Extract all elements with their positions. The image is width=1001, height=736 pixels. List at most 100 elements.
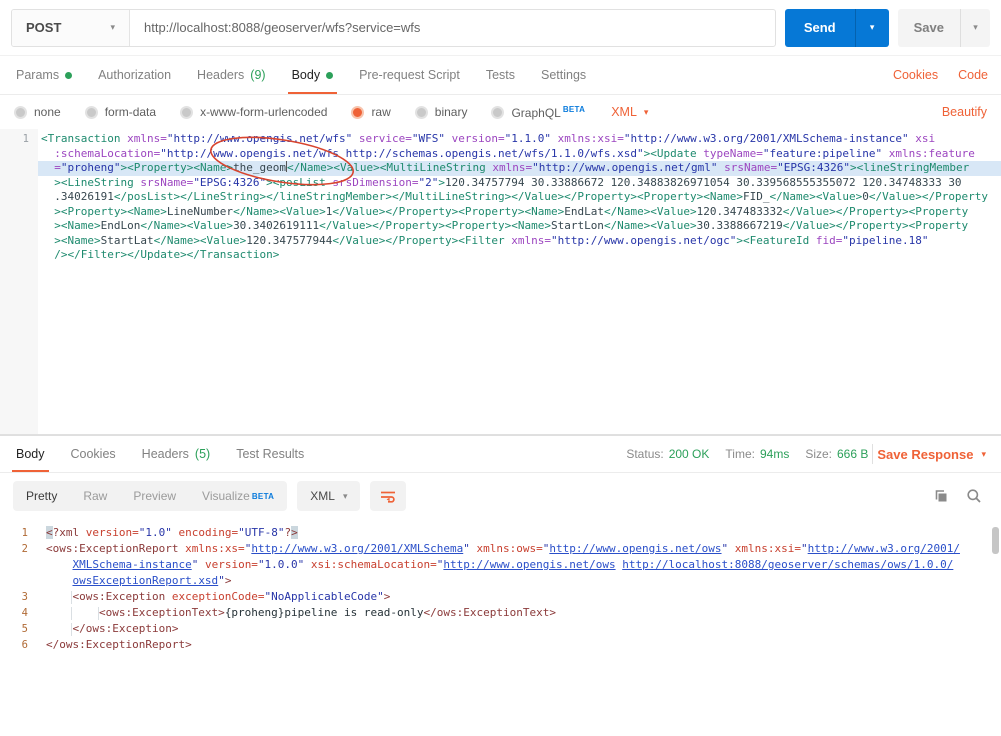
copy-button[interactable] (933, 488, 949, 504)
token: > (383, 590, 391, 603)
code-text: :schemaLocation="http://www.opengis.net/… (38, 147, 1001, 162)
wrap-text-button[interactable] (370, 481, 407, 511)
radio-form-data[interactable]: form-data (84, 105, 156, 119)
token: </Value></Property><Filter (332, 233, 512, 247)
size-badge: Size: 666 B (805, 447, 868, 461)
code-row: 6 </ows:ExceptionReport> (0, 637, 1001, 653)
tab-cookies[interactable]: Cookies (58, 436, 129, 472)
method-select[interactable]: POST ▾ (12, 9, 130, 46)
tab-body[interactable]: Body (279, 56, 347, 94)
code-text: .34026191</posList></LineString></lineSt… (38, 190, 1001, 205)
tab-headers[interactable]: Headers (5) (129, 436, 224, 472)
link[interactable]: http://www.w3.org/2001/XMLSchema (251, 542, 463, 555)
radio-none[interactable]: none (14, 105, 61, 119)
code-row: 1 <?xml version="1.0" encoding="UTF-8"?> (0, 525, 1001, 541)
link[interactable]: http://www.w3.org/2001/ (808, 542, 960, 555)
link[interactable]: owsExceptionReport.xsd (72, 574, 218, 587)
line-number: 3 (21, 591, 28, 603)
send-dropdown-button[interactable]: ▾ (854, 8, 889, 47)
request-body-editor[interactable]: 1 <Transaction xmlns="http://www.opengis.… (0, 129, 1001, 435)
link[interactable]: http://localhost:8088/geoserver/schemas/… (622, 558, 953, 571)
token: "EPSG:4326" (777, 161, 851, 174)
response-format-label: XML (310, 489, 335, 503)
line-number (0, 248, 38, 263)
tab-label: Headers (197, 68, 245, 82)
beautify-button[interactable]: Beautify (942, 105, 987, 119)
line-number (0, 219, 38, 234)
tab-settings[interactable]: Settings (528, 56, 599, 94)
token: 30.3402619111 (233, 219, 320, 232)
token: = (54, 161, 61, 174)
radio-graphql[interactable]: GraphQL BETA (491, 105, 585, 120)
tab-params[interactable]: Params (3, 56, 85, 94)
token: </Name><Value> (603, 219, 697, 232)
save-response-button[interactable]: Save Response ▾ (877, 436, 998, 472)
code-text: ><Property><Name>LineNumber</Name><Value… (38, 205, 1001, 220)
tab-test-results[interactable]: Test Results (223, 436, 317, 472)
link[interactable]: http://www.opengis.net/ows (549, 542, 721, 555)
token: xmlns= (492, 161, 533, 174)
radio-binary[interactable]: binary (414, 105, 468, 119)
view-raw[interactable]: Raw (70, 481, 120, 511)
response-format-select[interactable]: XML ▾ (297, 481, 361, 511)
tab-authorization[interactable]: Authorization (85, 56, 184, 94)
token: xmlns= (511, 233, 551, 247)
save-dropdown-button[interactable]: ▾ (960, 8, 990, 47)
token: "http://www.opengis.net/wfs" (166, 132, 353, 145)
token: ><Name> (54, 219, 101, 232)
line-number (0, 557, 40, 573)
radio-x-www-form-urlencoded[interactable]: x-www-form-urlencoded (180, 105, 327, 119)
response-body-viewer[interactable]: 1 <?xml version="1.0" encoding="UTF-8"?> 2… (0, 519, 1001, 736)
send-button[interactable]: Send (784, 8, 855, 47)
code-row: ><LineString srsName="EPSG:4326"><posLis… (0, 176, 1001, 191)
tab-headers[interactable]: Headers (9) (184, 56, 279, 94)
token: exceptionCode= (171, 590, 265, 603)
view-visualize[interactable]: Visualize BETA (189, 481, 287, 511)
code-text: owsExceptionReport.xsd"> (40, 573, 1001, 589)
token: /></Filter></Update></Transaction> (54, 248, 280, 261)
token: version= (85, 526, 139, 539)
token: "1.0" (138, 526, 172, 539)
token: service= (358, 132, 412, 145)
token: <ows:ExceptionReport (46, 542, 186, 555)
response-view-tabs: Pretty Raw Preview Visualize BETA (13, 481, 288, 511)
token: :schemaLocation= (54, 146, 161, 160)
search-button[interactable] (966, 488, 982, 504)
response-meta-row: Body Cookies Headers (5) Test Results Status… (0, 435, 1001, 473)
code-row: /></Filter></Update></Transaction> (0, 248, 1001, 263)
token: </Value></Property (868, 190, 989, 203)
link[interactable]: XMLSchema-instance (72, 558, 191, 571)
code-row: ><Name>EndLon</Name><Value>30.3402619111… (0, 219, 1001, 234)
token: .34026191 (54, 190, 114, 203)
token: ><FeatureId (736, 233, 816, 247)
radio-raw[interactable]: raw (351, 105, 391, 119)
tab-body[interactable]: Body (3, 436, 58, 472)
view-preview[interactable]: Preview (120, 481, 189, 511)
token: version= (451, 132, 505, 145)
save-response-label: Save Response (877, 446, 974, 462)
cookies-link[interactable]: Cookies (893, 68, 938, 82)
code-row: ="proheng"><Property><Name>the_geom</Nam… (0, 161, 1001, 176)
tab-label: Body (16, 447, 45, 461)
link[interactable]: http://www.opengis.net/ows (443, 558, 615, 571)
radio-label: binary (434, 105, 468, 119)
scrollbar-thumb[interactable] (992, 527, 999, 554)
radio-circle-icon (351, 105, 365, 119)
url-input[interactable]: http://localhost:8088/geoserver/wfs?serv… (130, 10, 775, 46)
code-row: 4 <ows:ExceptionText>{proheng}pipeline is… (0, 605, 1001, 621)
line-number (0, 573, 40, 589)
view-pretty[interactable]: Pretty (13, 481, 70, 511)
tab-tests[interactable]: Tests (473, 56, 528, 94)
token: " (801, 542, 808, 555)
tab-pre-request-script[interactable]: Pre-request Script (346, 56, 473, 94)
token: StartLon (550, 219, 604, 232)
tab-label: Cookies (70, 447, 116, 461)
code-row: :schemaLocation="http://www.opengis.net/… (0, 147, 1001, 162)
body-format-select[interactable]: XML ▾ (611, 105, 648, 119)
save-button[interactable]: Save (897, 8, 960, 47)
line-number: 5 (21, 623, 28, 635)
token: </Name><Value> (769, 190, 863, 203)
method-label: POST (26, 20, 62, 35)
code-link[interactable]: Code (958, 68, 988, 82)
